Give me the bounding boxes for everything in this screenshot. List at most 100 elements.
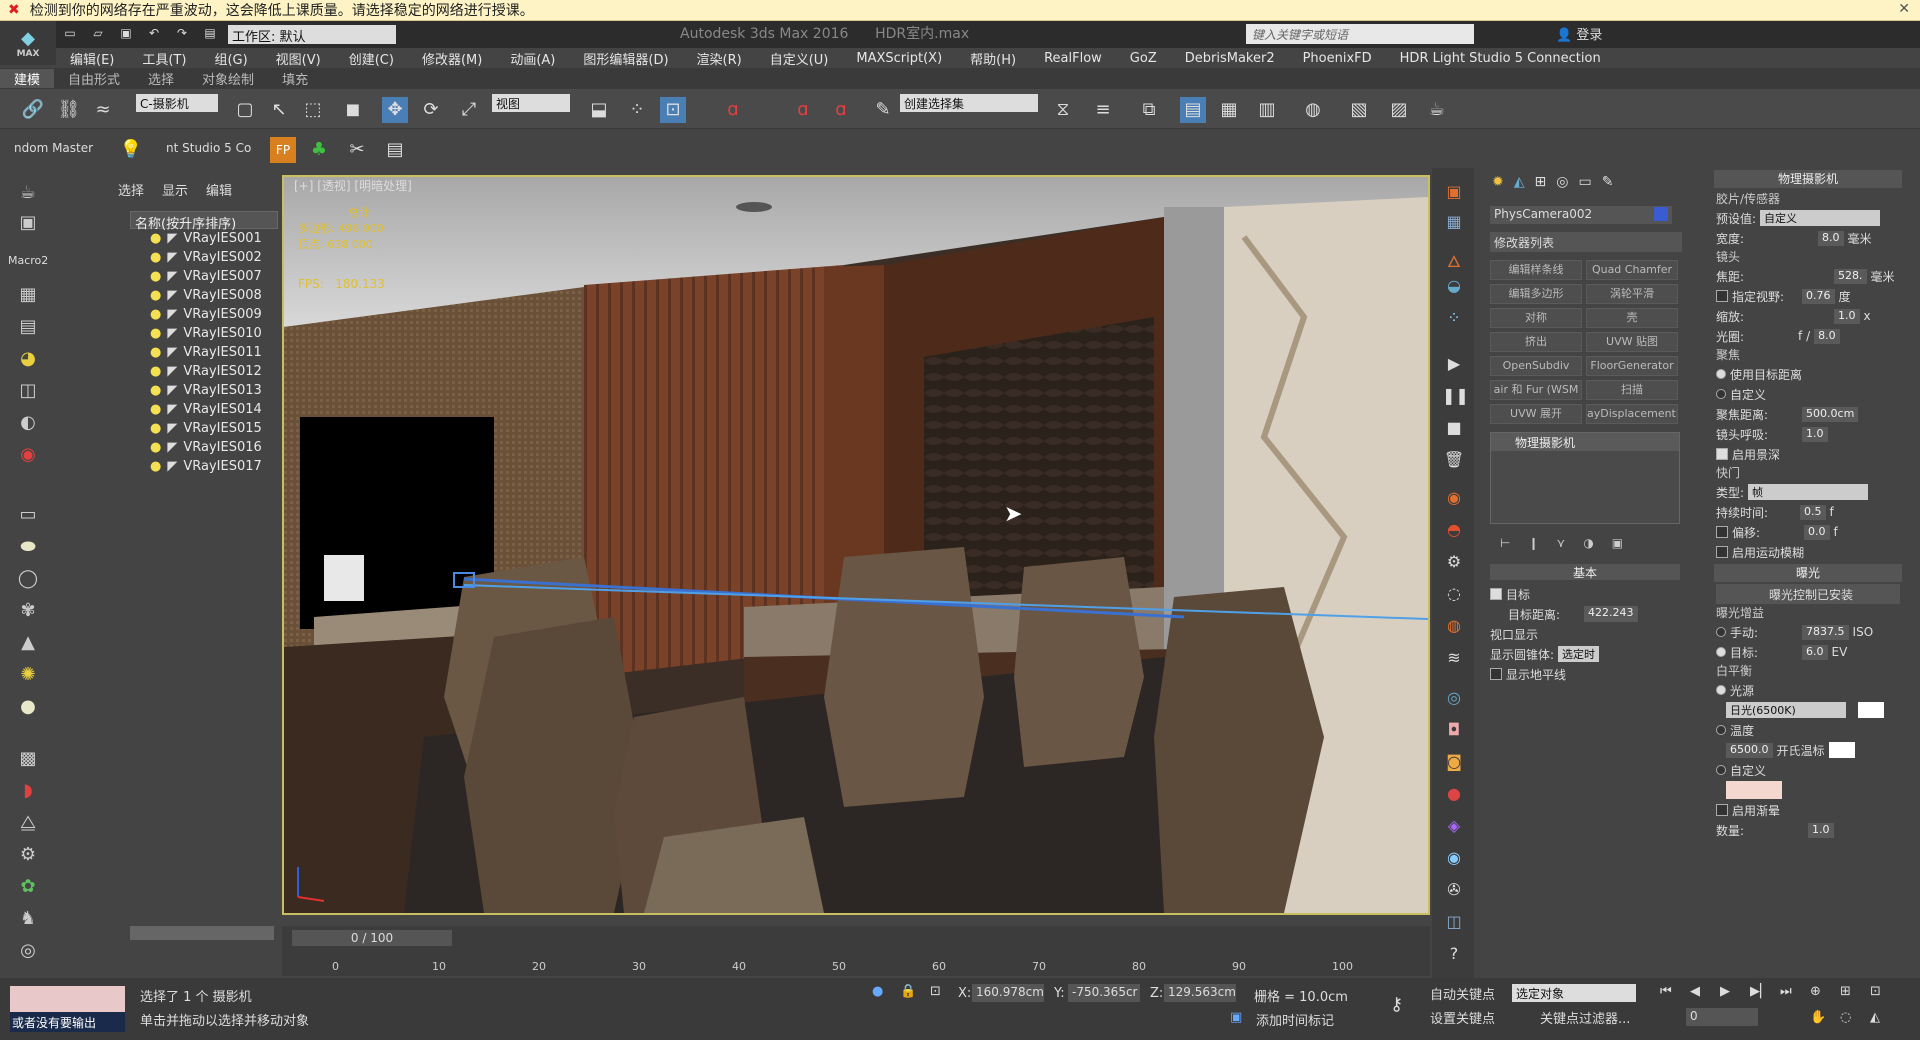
- manual-field[interactable]: 7837.5: [1802, 624, 1849, 640]
- menu-item[interactable]: GoZ: [1116, 51, 1171, 66]
- modifier-button[interactable]: Quad Chamfer: [1586, 260, 1678, 280]
- help-icon[interactable]: ?: [1442, 944, 1466, 968]
- swirl-icon[interactable]: ◌: [1442, 584, 1466, 608]
- menu-item[interactable]: PhoenixFD: [1289, 51, 1386, 66]
- light-bulb-icon[interactable]: ●: [150, 269, 161, 284]
- gear-sim-icon[interactable]: ⚙: [1442, 552, 1466, 576]
- horizontal-scrollbar[interactable]: [130, 926, 274, 940]
- light-bulb-icon[interactable]: ●: [150, 231, 161, 246]
- close-icon[interactable]: ✕: [1898, 1, 1910, 17]
- cone-icon[interactable]: ▲: [14, 632, 42, 656]
- gear-icon[interactable]: ⚙: [14, 844, 42, 868]
- wave-icon[interactable]: ≋: [1442, 648, 1466, 672]
- focus-distance-field[interactable]: 500.0cm: [1802, 406, 1859, 422]
- menu-item[interactable]: 帮助(H): [956, 49, 1030, 68]
- modifier-button[interactable]: OpenSubdiv: [1490, 356, 1582, 376]
- fov-field[interactable]: 0.76: [1802, 288, 1835, 304]
- hdr-studio-button[interactable]: nt Studio 5 Co: [166, 141, 251, 155]
- stop-icon[interactable]: ■: [1442, 418, 1466, 442]
- key-mode-dropdown[interactable]: 选定对象: [1512, 984, 1636, 1002]
- use-target-radio[interactable]: [1716, 369, 1726, 379]
- ribbon-tab[interactable]: 选择: [134, 69, 188, 88]
- cam-icon[interactable]: ◫: [1442, 912, 1466, 936]
- configure-icon[interactable]: ▣: [1612, 536, 1623, 550]
- illuminant-radio[interactable]: [1716, 685, 1726, 695]
- light-bulb-icon[interactable]: ●: [150, 459, 161, 474]
- scene-list-item[interactable]: ● ◤ VRayIES012: [130, 362, 280, 381]
- modifier-button[interactable]: 涡轮平滑: [1586, 284, 1678, 304]
- menu-item[interactable]: 图形编辑器(D): [569, 49, 682, 68]
- box-icon[interactable]: ▭: [14, 504, 42, 528]
- emitter-icon[interactable]: ◉: [1442, 848, 1466, 872]
- modifier-button[interactable]: 挤出: [1490, 332, 1582, 352]
- exposure-header[interactable]: 曝光: [1714, 564, 1902, 582]
- grid-icon[interactable]: ▦: [14, 284, 42, 308]
- custom-wb-radio[interactable]: [1716, 765, 1726, 775]
- reference-coord-dropdown[interactable]: 视图: [492, 94, 570, 112]
- select-by-name-icon[interactable]: ↖: [266, 97, 292, 123]
- auto-key-button[interactable]: 自动关键点: [1430, 984, 1495, 1003]
- scene-list-item[interactable]: ● ◤ VRayIES015: [130, 419, 280, 438]
- light-bulb-icon[interactable]: ●: [150, 307, 161, 322]
- keyboard-shortcut-icon[interactable]: ⊡: [660, 97, 686, 123]
- go-end-icon[interactable]: ⏭: [1780, 984, 1792, 999]
- object-color-swatch[interactable]: [1654, 207, 1668, 221]
- display-tab-icon[interactable]: ▭: [1578, 174, 1591, 190]
- duration-field[interactable]: 0.5: [1800, 504, 1826, 520]
- workspace-dropdown[interactable]: 工作区: 默认: [228, 25, 396, 45]
- light-icon[interactable]: 💡: [118, 137, 144, 163]
- render-cam-icon[interactable]: ◉: [14, 444, 42, 468]
- scene-list-item[interactable]: ● ◤ VRayIES014: [130, 400, 280, 419]
- current-frame-field[interactable]: 0: [1686, 1008, 1758, 1026]
- menu-item[interactable]: 组(G): [200, 49, 261, 68]
- named-selection-dropdown[interactable]: 创建选择集: [900, 94, 1038, 112]
- pan-icon[interactable]: ✋: [1810, 1010, 1826, 1025]
- name-column-header[interactable]: 名称(按升序排序): [130, 211, 278, 232]
- list-icon[interactable]: ▤: [382, 137, 408, 163]
- snap-icon[interactable]: ɑ: [720, 97, 746, 123]
- pause-icon[interactable]: ❚❚: [1442, 386, 1469, 410]
- disc-icon[interactable]: ●: [14, 696, 42, 720]
- table-icon[interactable]: ▤: [14, 316, 42, 340]
- menu-item[interactable]: DebrisMaker2: [1171, 51, 1289, 66]
- scene-list-item[interactable]: ● ◤ VRayIES013: [130, 381, 280, 400]
- dx-icon[interactable]: ◎: [14, 940, 42, 964]
- pivot-icon[interactable]: ⬓: [586, 97, 612, 123]
- ribbon-tab[interactable]: 对象绘制: [188, 69, 268, 88]
- save-icon[interactable]: ▣: [116, 26, 136, 44]
- login-link[interactable]: 👤 登录: [1556, 24, 1602, 43]
- scene-tab[interactable]: 选择: [118, 180, 144, 199]
- scene-list-item[interactable]: ● ◤ VRayIES016: [130, 438, 280, 457]
- splash-icon[interactable]: ◓: [1442, 520, 1466, 544]
- align-icon[interactable]: ≡: [1090, 97, 1116, 123]
- scene-list-item[interactable]: ● ◤ VRayIES001: [130, 229, 280, 248]
- globe-icon[interactable]: ◎: [1442, 688, 1466, 712]
- modify-tab-icon[interactable]: ◭: [1514, 174, 1525, 190]
- unlink-icon[interactable]: ⛓: [56, 97, 82, 123]
- set-key-button[interactable]: 设置关键点: [1430, 1008, 1495, 1027]
- play-anim-icon[interactable]: ▶: [1720, 984, 1730, 999]
- z-coord-field[interactable]: 129.563cm: [1164, 984, 1236, 1002]
- manual-radio[interactable]: [1716, 627, 1726, 637]
- next-frame-icon[interactable]: ▶▏: [1750, 984, 1770, 999]
- menu-item[interactable]: 渲染(R): [683, 49, 756, 68]
- amount-field[interactable]: 1.0: [1808, 822, 1834, 838]
- scene-list-item[interactable]: ● ◤ VRayIES010: [130, 324, 280, 343]
- ribbon-tab[interactable]: 自由形式: [54, 69, 134, 88]
- brush-icon[interactable]: ◙: [1442, 752, 1466, 776]
- basic-header[interactable]: 基本: [1490, 564, 1680, 580]
- zoom-icon[interactable]: ⊕: [1810, 984, 1821, 999]
- time-slider[interactable]: 0 / 100: [292, 930, 452, 946]
- isolate-icon[interactable]: ●: [872, 984, 883, 999]
- light-bulb-icon[interactable]: ●: [150, 345, 161, 360]
- select-object-icon[interactable]: ▢: [232, 97, 258, 123]
- move-icon[interactable]: ✥: [382, 97, 408, 123]
- object-name-field[interactable]: PhysCamera002: [1490, 206, 1672, 224]
- open-file-icon[interactable]: ▱: [88, 26, 108, 44]
- hf-icon[interactable]: ♞: [14, 908, 42, 932]
- target-distance-field[interactable]: 422.243: [1584, 606, 1638, 622]
- maximize-icon[interactable]: ⊡: [1870, 984, 1881, 999]
- scene-list-item[interactable]: ● ◤ VRayIES002: [130, 248, 280, 267]
- create-tab-icon[interactable]: ✹: [1492, 174, 1504, 190]
- random-master-button[interactable]: ndom Master: [14, 141, 93, 155]
